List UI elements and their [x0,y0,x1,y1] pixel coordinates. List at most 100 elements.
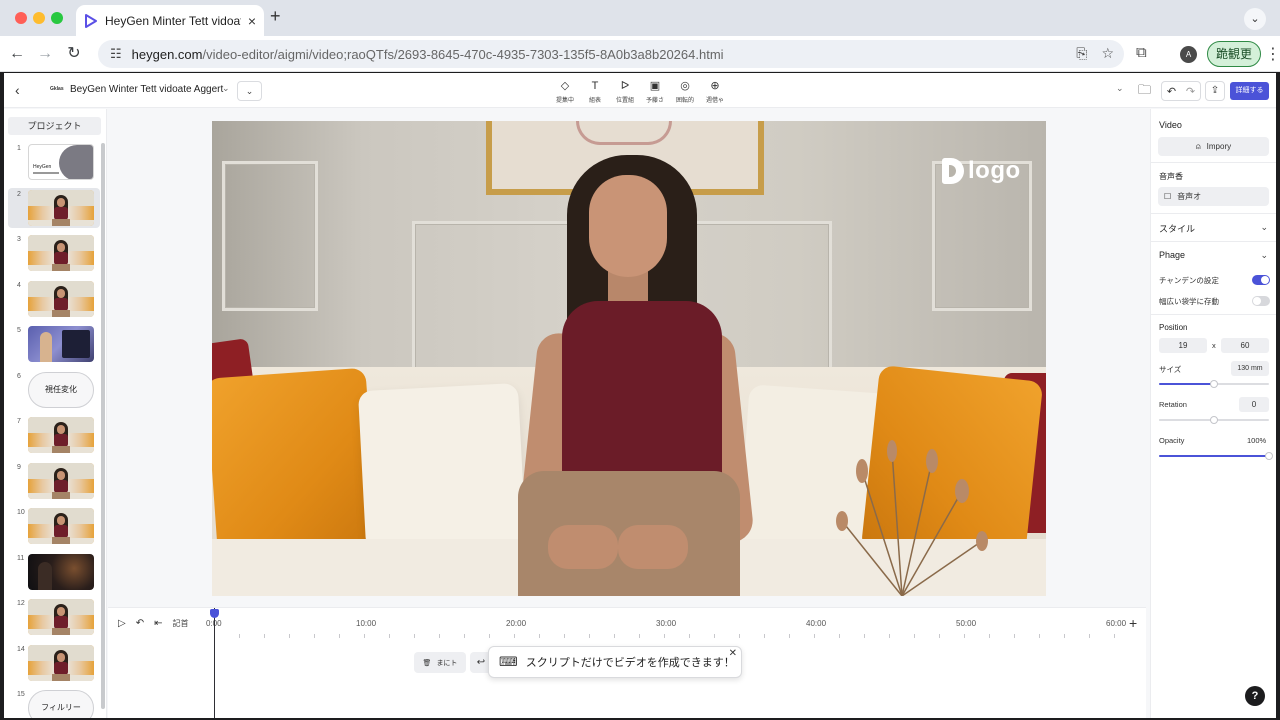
tool-text-label: 組表 [588,98,601,104]
new-tab-button[interactable]: + [270,6,281,27]
back-chevron-icon[interactable]: ‹ [15,82,20,98]
scene-item[interactable]: 12 [8,597,100,637]
toggle2-switch[interactable] [1252,296,1270,306]
folder-icon[interactable]: 🗀 [1138,81,1151,103]
back-arrow-icon[interactable]: ← [5,42,29,66]
opacity-slider-thumb[interactable] [1265,452,1273,460]
phage-section-title[interactable]: Phage [1159,250,1185,260]
scene-item[interactable]: 5 [8,324,100,364]
video-preview[interactable]: logo [212,121,1046,596]
scene-item[interactable]: 15 フィルリー [8,688,100,718]
rotation-slider-thumb[interactable] [1210,416,1218,424]
site-settings-icon[interactable]: ☷ [110,46,122,62]
close-tab-icon[interactable]: × [248,13,256,29]
size-input[interactable]: 130 mm [1231,361,1269,376]
scene-thumbnail: HeyGen [28,144,94,180]
scene-item[interactable]: 1 HeyGen [8,142,100,182]
import-button[interactable]: ⍝ Impory [1158,137,1269,156]
thumb-face [57,243,65,252]
timeline-tick-label: 60:00 [1106,619,1127,628]
browser-tab[interactable]: HeyGen Minter Tett vidoate A × [76,5,264,36]
export-button[interactable]: 詳細する [1230,82,1269,100]
audio-button[interactable]: ☐ 音声オ [1158,187,1269,206]
forward-arrow-icon[interactable]: → [33,42,57,66]
style-section-title[interactable]: スタイル [1159,222,1195,235]
logo-overlay[interactable]: logo [942,157,1021,185]
divider [1151,241,1276,242]
redo-icon[interactable]: ↷ [1186,85,1195,98]
address-bar[interactable]: ☷ heygen.com /video-editor/aigmi/video;r… [98,40,1124,68]
delete-button[interactable]: 🗑 まにト [414,652,466,673]
opacity-slider[interactable] [1159,452,1273,460]
thumb-face [57,470,65,480]
account-chip[interactable]: 跪観更 [1207,41,1261,67]
translate-icon[interactable]: ⎘ [1076,45,1087,62]
scene-item[interactable]: 4 [8,279,100,319]
tool-elements[interactable]: ▣ 予藤さ [641,79,669,104]
size-slider-thumb[interactable] [1210,380,1218,388]
skip-start-icon[interactable]: ⇤ [154,618,162,629]
project-title[interactable]: BeyGen Winter Tett vidoate Aggert [70,84,223,95]
zoom-window-button[interactable] [51,12,63,24]
playhead-line[interactable] [214,608,215,718]
timeline-tick [389,634,390,638]
chevron-down-icon[interactable]: ⌄ [1116,83,1124,94]
scene-item[interactable]: 10 [8,506,100,546]
scene-item[interactable]: 14 [8,643,100,683]
profile-avatar[interactable]: A [1180,46,1197,63]
phage-chevron-icon[interactable]: ⌄ [1260,250,1268,261]
scene-item[interactable]: 2 [8,187,100,228]
tool-text[interactable]: T 組表 [581,79,609,104]
timeline-tick-label: 10:00 [356,619,377,628]
more-dropdown-icon[interactable]: ⌄ [237,81,262,101]
share-icon[interactable]: ⇪ [1205,81,1225,101]
title-chevron-down-icon[interactable]: ⌄ [222,83,230,94]
orange-pillow-left [212,367,379,567]
help-button[interactable]: ? [1245,686,1265,706]
thumb-shape [59,145,93,179]
timeline-add-icon[interactable]: + [1129,615,1137,631]
size-slider[interactable] [1159,380,1269,388]
scene-thumbnail [28,189,94,226]
play-icon[interactable]: ▷ [118,618,126,629]
undo-icon[interactable]: ↶ [1167,85,1176,98]
bookmark-star-icon[interactable]: ☆ [1101,45,1114,62]
script-tip-text: スクリプトだけでビデオを作成できます！ [525,657,735,669]
browser-menu-icon[interactable]: ⋮ [1265,44,1280,64]
browser-toolbar: ← → ↻ ☷ heygen.com /video-editor/aigmi/v… [0,36,1280,72]
position-x-input[interactable]: 19 [1159,338,1207,353]
tool-media[interactable]: ᐅ 位置組 [611,79,639,104]
minimize-window-button[interactable] [33,12,45,24]
timeline-controls: ▷ ↶ ⇤ 記首 [118,618,188,629]
toggle1-switch[interactable] [1252,275,1270,285]
tool-avatar[interactable]: ◇ 提集中 [551,79,579,104]
scene-list-header[interactable]: プロジェクト [8,117,101,135]
rotation-input[interactable]: 0 [1239,397,1269,412]
scene-thumbnail [28,235,94,271]
scene-item[interactable]: 7 [8,415,100,455]
tool-shapes[interactable]: ◎ 囲転的 [671,79,699,104]
toggle1-knob [1261,276,1269,284]
reload-icon[interactable]: ↻ [62,42,86,66]
rewind-icon[interactable]: ↶ [136,618,144,629]
scene-item[interactable]: 6 視任変化 [8,370,100,410]
timeline-tick [514,634,515,638]
scene-list-scrollbar[interactable] [101,143,105,709]
tool-more-icon: ⊕ [710,80,720,92]
thumb-person [40,332,52,362]
scene-item[interactable]: 11 [8,552,100,592]
style-chevron-icon[interactable]: ⌄ [1260,222,1268,233]
rotation-slider[interactable] [1159,416,1269,424]
extensions-puzzle-icon[interactable]: ⧉ [1136,44,1147,61]
divider [1151,162,1276,163]
close-icon[interactable]: ✕ [729,648,737,659]
close-window-button[interactable] [15,12,27,24]
scene-number: 6 [17,372,21,380]
playhead-handle[interactable] [210,609,219,618]
tab-search-icon[interactable]: ⌄ [1244,8,1266,30]
tool-more[interactable]: ⊕ 週借ゃ [701,79,729,104]
scene-item[interactable]: 3 [8,233,100,273]
position-y-input[interactable]: 60 [1221,338,1269,353]
scene-item[interactable]: 9 [8,461,100,501]
url-path: /video-editor/aigmi/video;raoQTfs/2693-8… [202,46,724,62]
